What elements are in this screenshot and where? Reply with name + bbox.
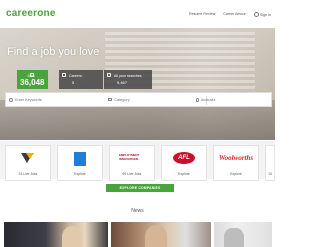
company-card-label: Explore [178, 172, 190, 176]
category-icon [108, 98, 113, 101]
stat-searches[interactable]: All your searches 5,467 [104, 70, 152, 89]
company-logo: EMPLOYMENT INNOVATIONS [119, 152, 145, 162]
news-photo-person [145, 225, 167, 247]
news-image[interactable] [4, 222, 108, 247]
company-card-label: Explore [230, 172, 242, 176]
news-photo-person [224, 228, 244, 247]
woolworths-logo: Woolworths [218, 154, 254, 162]
news-heading: News [131, 208, 144, 214]
user-icon [253, 12, 259, 17]
hero-title: Find a job you love [7, 46, 100, 58]
nav-resume-review[interactable]: Resume Review [189, 12, 215, 17]
blue-square-logo-icon [74, 152, 86, 166]
news-image[interactable] [214, 222, 272, 247]
stat-searches-label: All your searches [114, 74, 142, 78]
news-image[interactable] [111, 222, 211, 247]
company-logo [74, 152, 86, 166]
afl-logo: AFL [173, 152, 195, 164]
company-card-employment-innovations[interactable]: EMPLOYMENT INNOVATIONS 69 Live Jobs [109, 145, 155, 181]
hero-banner: Find a job you love Jobs 36,048 Careers … [0, 28, 275, 140]
nav-sign-in[interactable]: Sign In [253, 12, 271, 17]
featured-companies: 24 Live Jobs Explore EMPLOYMENT INNOVATI… [0, 141, 275, 181]
company-card-virgin[interactable]: 24 Live Jobs [5, 145, 51, 181]
category-select[interactable]: Category [114, 98, 174, 102]
company-card-label: 69 Live Jobs [122, 172, 142, 176]
company-logo [19, 152, 37, 164]
job-search-bar: Category Australia [5, 92, 272, 107]
keyword-input[interactable] [15, 97, 75, 102]
company-card-blue[interactable]: Explore [57, 145, 103, 181]
stat-careers[interactable]: Careers 5 [59, 70, 103, 89]
category-field[interactable]: Category [105, 93, 192, 106]
careerone-logo[interactable]: careerone [6, 8, 56, 19]
stat-jobs-value: 36,048 [20, 78, 45, 87]
company-card-label: 24 Live Jobs [18, 172, 38, 176]
explore-companies-button[interactable]: EXPLORE COMPANIES [106, 184, 174, 192]
news-photo-person [62, 226, 82, 247]
stat-careers-label: Careers [69, 74, 82, 78]
location-pin-icon [195, 97, 199, 102]
company-card-woolworths[interactable]: Woolworths Explore [213, 145, 259, 181]
sign-in-label: Sign In [259, 12, 271, 17]
keyword-field[interactable] [6, 93, 105, 106]
v-logo-icon [19, 152, 37, 164]
company-card-afl[interactable]: AFL Explore [161, 145, 207, 181]
company-logo: Woolworths [218, 152, 254, 164]
search-icon [9, 97, 13, 102]
company-card-partial[interactable]: 10 [265, 145, 275, 181]
top-nav: Resume Review Career Advice Sign In [189, 12, 271, 17]
careers-icon [62, 73, 66, 77]
location-field[interactable]: Australia [193, 93, 271, 106]
stat-careers-value: 5 [72, 80, 75, 85]
site-header: careerone Resume Review Career Advice Si… [0, 0, 275, 28]
employment-innovations-logo: EMPLOYMENT INNOVATIONS [119, 153, 140, 161]
page: careerone Resume Review Career Advice Si… [0, 0, 275, 247]
stat-jobs[interactable]: Jobs 36,048 [17, 70, 48, 89]
location-input[interactable]: Australia [201, 98, 261, 102]
search-history-icon [107, 73, 111, 77]
company-card-label: 10 [268, 172, 272, 176]
nav-career-advice[interactable]: Career Advice [223, 12, 246, 17]
stat-searches-value: 5,467 [117, 80, 128, 85]
company-logo: AFL [173, 152, 195, 164]
company-card-label: Explore [74, 172, 86, 176]
